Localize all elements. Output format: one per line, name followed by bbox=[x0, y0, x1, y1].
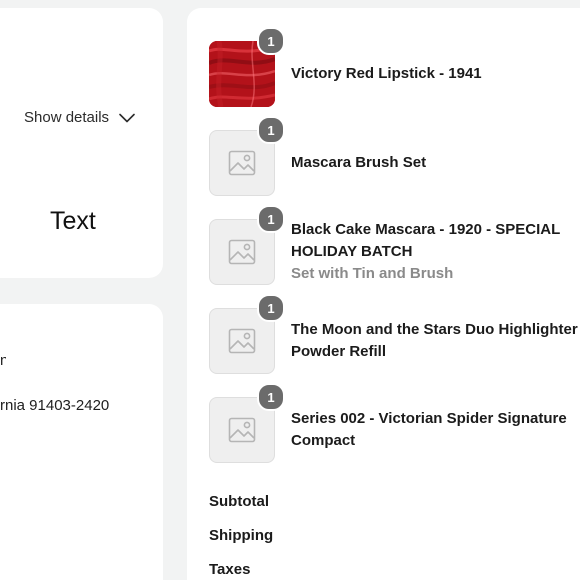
item-variant: Set with Tin and Brush bbox=[291, 265, 454, 282]
subtotal-label: Subtotal bbox=[209, 493, 269, 510]
item-title: The Moon and the Stars Duo Highlighter P… bbox=[291, 321, 578, 360]
placeholder-text: Text bbox=[50, 207, 96, 235]
line-item: 1 Mascara Brush Set bbox=[209, 116, 580, 198]
show-details-toggle[interactable]: Show details bbox=[24, 109, 135, 126]
item-title: Victory Red Lipstick - 1941 bbox=[291, 65, 482, 82]
address-line-2: rnia 91403-2420 bbox=[0, 397, 110, 414]
order-summary-card bbox=[0, 8, 163, 278]
taxes-label: Taxes bbox=[209, 561, 251, 578]
quantity-badge: 1 bbox=[257, 116, 285, 144]
line-item: 1 Victory Red Lipstick - 1941 bbox=[209, 27, 580, 109]
shipping-address-card bbox=[0, 304, 163, 580]
item-title: Series 002 - Victorian Spider Signature … bbox=[291, 410, 567, 449]
address-line-1: n bbox=[0, 352, 6, 369]
quantity-badge: 1 bbox=[257, 383, 285, 411]
shipping-label: Shipping bbox=[209, 527, 274, 544]
quantity-badge: 1 bbox=[257, 27, 285, 55]
checkout-page: Show details Text n rnia 91403-2420 1 Vi… bbox=[0, 0, 580, 580]
item-title: Mascara Brush Set bbox=[291, 154, 427, 171]
chevron-down-icon bbox=[119, 113, 135, 122]
item-title: Black Cake Mascara - 1920 - SPECIAL HOLI… bbox=[291, 221, 561, 260]
line-item: 1 Black Cake Mascara - 1920 - SPECIAL HO… bbox=[209, 205, 580, 287]
line-item: 1 The Moon and the Stars Duo Highlighter… bbox=[209, 294, 580, 376]
quantity-badge: 1 bbox=[257, 205, 285, 233]
line-item: 1 Series 002 - Victorian Spider Signatur… bbox=[209, 383, 580, 465]
show-details-label: Show details bbox=[24, 109, 110, 126]
quantity-badge: 1 bbox=[257, 294, 285, 322]
